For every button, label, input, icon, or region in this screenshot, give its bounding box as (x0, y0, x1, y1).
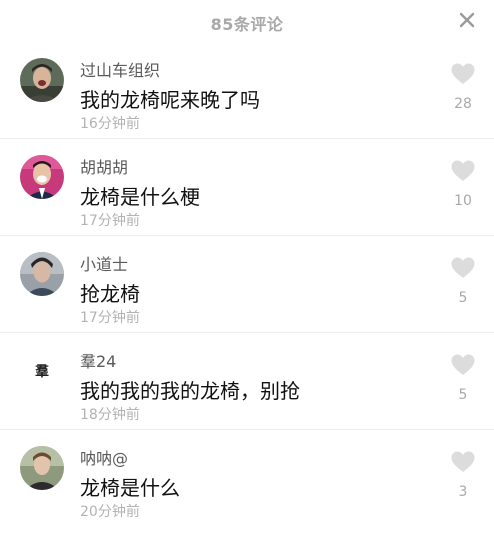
avatar[interactable] (20, 446, 64, 490)
avatar[interactable]: 羣 (20, 349, 64, 393)
comment-timestamp: 20分钟前 (80, 504, 140, 520)
like-button[interactable]: 3 (448, 450, 478, 500)
like-count: 10 (454, 193, 472, 209)
comments-panel: 85条评论 过山车组织 我的龙椅呢来晚了吗 16分钟前 28 胡胡胡 龙椅是什么… (0, 0, 494, 534)
like-button[interactable]: 5 (448, 256, 478, 306)
avatar-photo (20, 446, 64, 490)
comment-username[interactable]: 胡胡胡 (80, 154, 128, 178)
heart-icon (451, 63, 475, 84)
avatar[interactable] (20, 58, 64, 102)
close-icon (459, 12, 475, 28)
like-button[interactable]: 28 (448, 62, 478, 112)
comment-username[interactable]: 羣24 (80, 348, 116, 372)
panel-header: 85条评论 (0, 0, 494, 42)
heart-icon (451, 354, 475, 375)
comment-text: 我的龙椅呢来晚了吗 (80, 88, 260, 112)
heart-icon (451, 160, 475, 181)
like-count: 5 (458, 387, 468, 403)
comment-timestamp: 18分钟前 (80, 407, 140, 423)
like-button[interactable]: 10 (448, 159, 478, 209)
comment-text: 抢龙椅 (80, 282, 140, 306)
like-count: 5 (458, 290, 468, 306)
avatar[interactable] (20, 252, 64, 296)
comment-username[interactable]: 小道士 (80, 251, 128, 275)
heart-icon (451, 451, 475, 472)
comment-list: 过山车组织 我的龙椅呢来晚了吗 16分钟前 28 胡胡胡 龙椅是什么梗 17分钟… (0, 42, 494, 527)
comment-text: 龙椅是什么 (80, 476, 180, 500)
comment-item: 羣 羣24 我的我的我的龙椅，别抢 18分钟前 5 (0, 333, 494, 430)
comment-text: 龙椅是什么梗 (80, 185, 200, 209)
avatar-photo (20, 252, 64, 296)
comment-item: 呐呐@ 龙椅是什么 20分钟前 3 (0, 430, 494, 527)
comment-item: 小道士 抢龙椅 17分钟前 5 (0, 236, 494, 333)
like-button[interactable]: 5 (448, 353, 478, 403)
avatar[interactable] (20, 155, 64, 199)
comment-timestamp: 16分钟前 (80, 116, 140, 132)
comment-timestamp: 17分钟前 (80, 310, 140, 326)
avatar-photo (20, 58, 64, 102)
comment-count-title: 85条评论 (210, 15, 284, 34)
like-count: 3 (458, 484, 468, 500)
avatar-photo (20, 155, 64, 199)
close-button[interactable] (456, 9, 478, 31)
like-count: 28 (454, 96, 472, 112)
comment-username[interactable]: 呐呐@ (80, 445, 128, 469)
heart-icon (451, 257, 475, 278)
comment-item: 过山车组织 我的龙椅呢来晚了吗 16分钟前 28 (0, 42, 494, 139)
comment-item: 胡胡胡 龙椅是什么梗 17分钟前 10 (0, 139, 494, 236)
comment-text: 我的我的我的龙椅，别抢 (80, 379, 300, 403)
comment-timestamp: 17分钟前 (80, 213, 140, 229)
comment-username[interactable]: 过山车组织 (80, 57, 160, 81)
